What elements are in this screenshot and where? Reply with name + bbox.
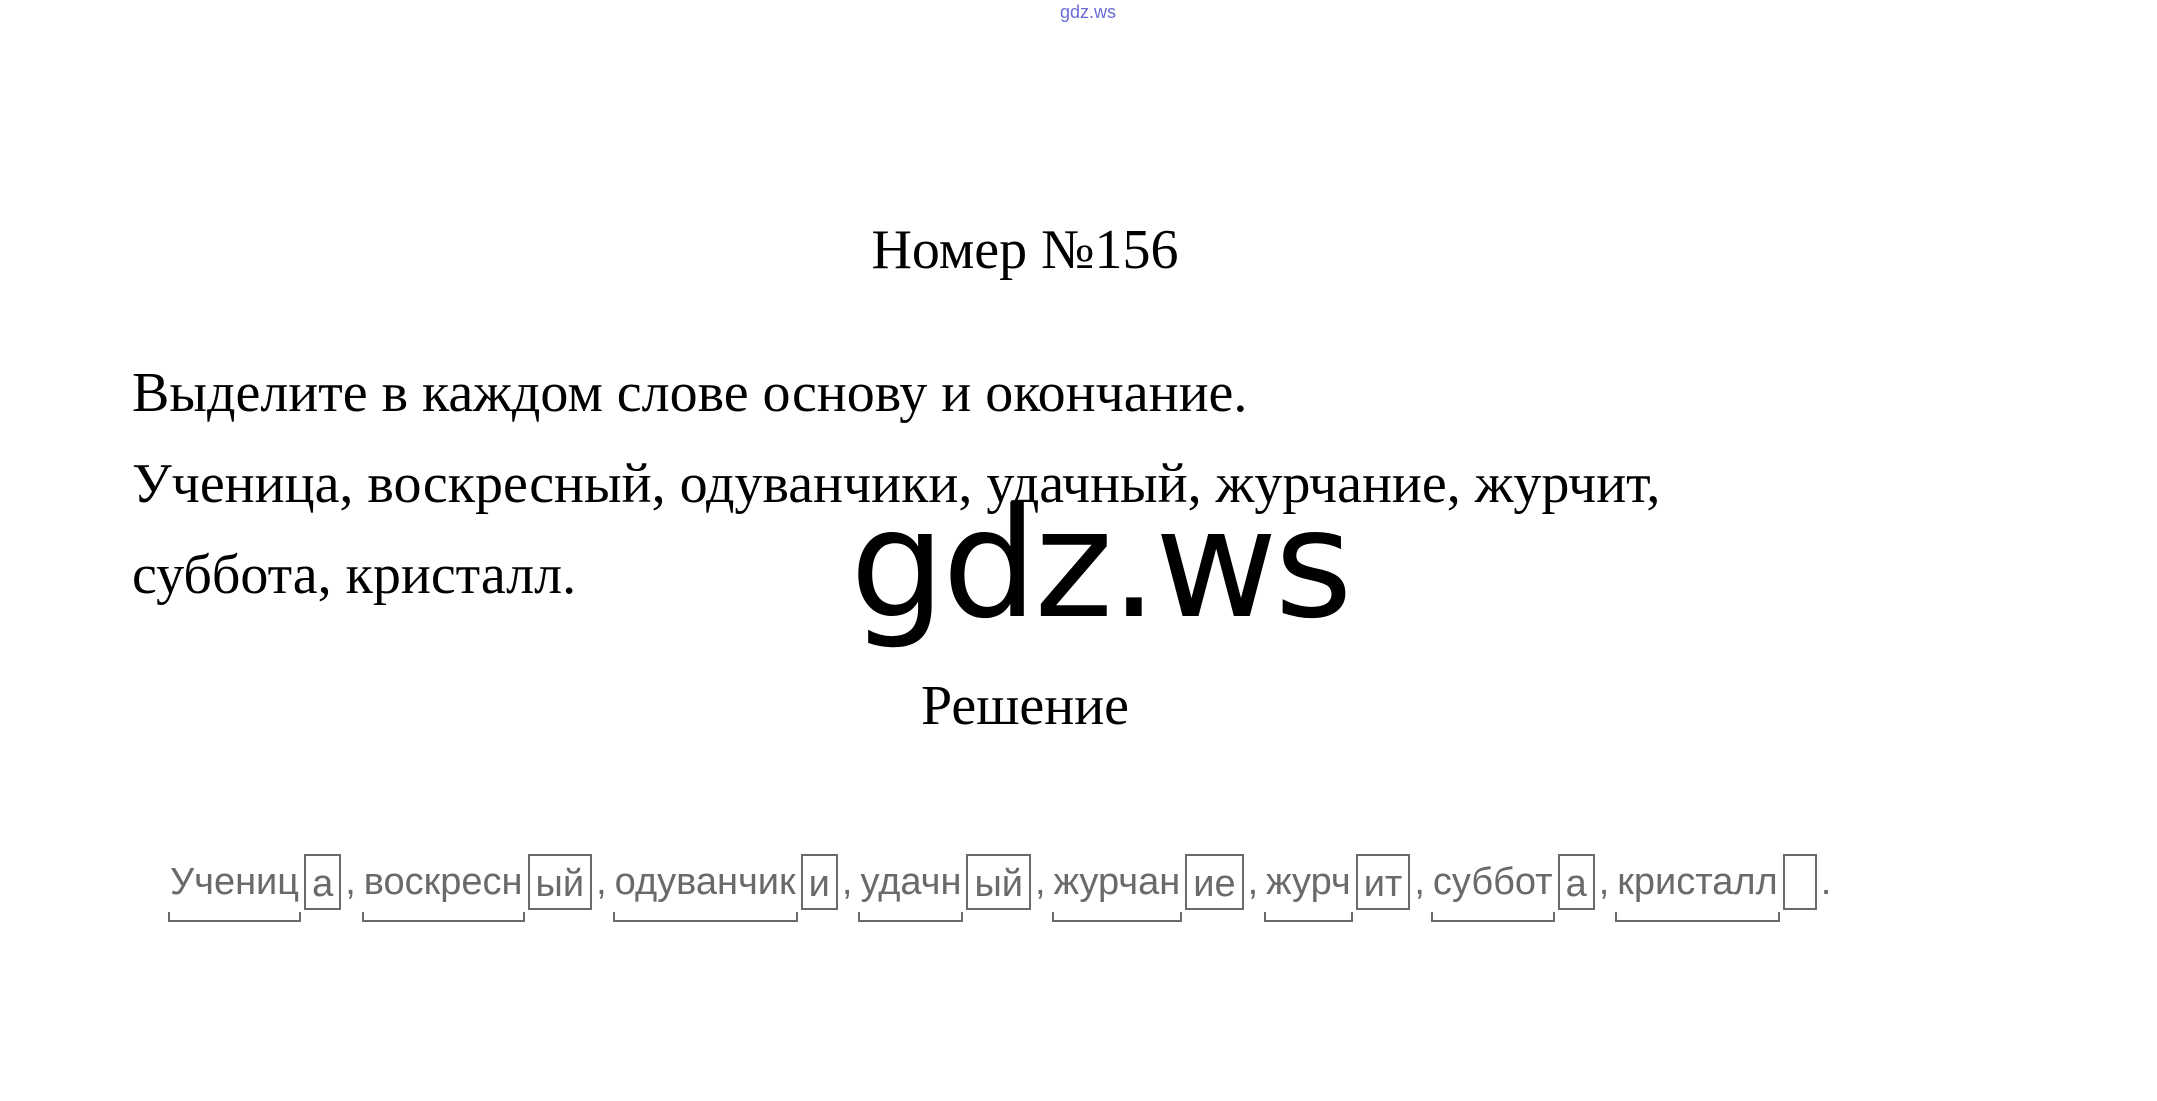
word-ending: ит xyxy=(1355,854,1411,910)
answer-word: кристалл xyxy=(1615,854,1817,922)
word-stem: воскресн xyxy=(361,860,525,922)
answer-word: Учениц а xyxy=(168,854,342,922)
word-stem: кристалл xyxy=(1615,860,1781,922)
terminator: . xyxy=(1820,860,1832,903)
word-ending: а xyxy=(304,854,342,910)
separator: , xyxy=(1247,860,1259,903)
word-ending: ие xyxy=(1185,854,1244,910)
word-ending: ый xyxy=(966,854,1032,910)
solution-heading: Решение xyxy=(920,675,1130,737)
answer-word: журчан ие xyxy=(1051,854,1244,922)
word-stem: журч xyxy=(1264,860,1353,922)
watermark-logo: gdz.ws xyxy=(850,478,1353,652)
answer-word: суббот а xyxy=(1430,854,1595,922)
answer-word: удачн ый xyxy=(858,854,1032,922)
answer-word: журч ит xyxy=(1264,854,1411,922)
word-stem: одуванчик xyxy=(612,860,798,922)
word-ending: ый xyxy=(527,854,593,910)
separator: , xyxy=(841,860,853,903)
word-ending: и xyxy=(800,854,838,910)
separator: , xyxy=(1035,860,1046,903)
word-stem: журчан xyxy=(1051,860,1182,922)
separator: , xyxy=(345,860,356,903)
page-title: Номер №156 xyxy=(871,219,1179,281)
word-stem: суббот xyxy=(1430,860,1555,922)
answer-word: воскресн ый xyxy=(361,854,593,922)
word-ending-empty xyxy=(1782,854,1817,910)
answer-morphemes: Учениц а, воскресн ый, одуванчик и, удачн ый… xyxy=(168,854,1837,922)
separator: , xyxy=(596,860,607,903)
answer-word: одуванчик и xyxy=(612,854,838,922)
site-link[interactable]: gdz.ws xyxy=(1060,2,1116,23)
separator: , xyxy=(1414,860,1425,903)
word-ending: а xyxy=(1557,854,1595,910)
word-stem: удачн xyxy=(858,860,964,922)
separator: , xyxy=(1598,860,1610,903)
task-line-1: Выделите в каждом слове основу и окончан… xyxy=(132,362,1248,424)
word-stem: Учениц xyxy=(168,860,302,922)
